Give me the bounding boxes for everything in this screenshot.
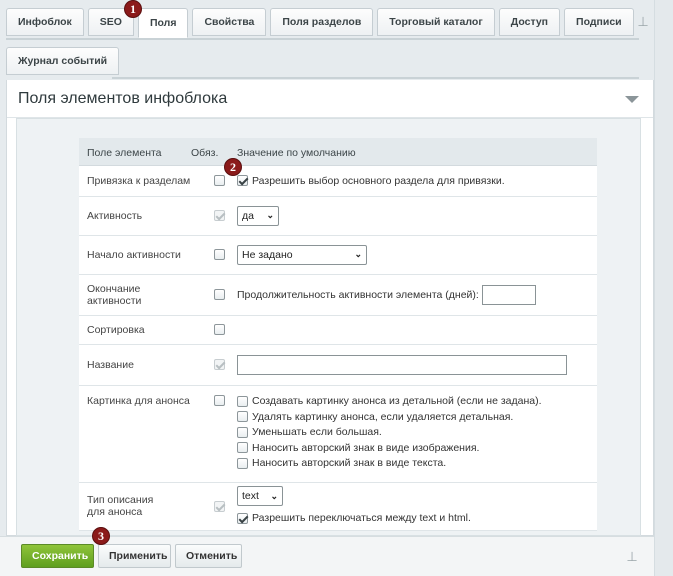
active-select[interactable]: да ⌄ [237, 205, 279, 226]
step-marker-3: 3 [92, 527, 110, 545]
option-checkbox[interactable] [237, 442, 248, 454]
pin-icon[interactable]: ⊥ [636, 14, 650, 30]
header-default: Значение по умолчанию [237, 138, 597, 166]
table-row: Сортировка [79, 315, 597, 345]
apply-button[interactable]: Применить [98, 544, 171, 568]
field-label: Активность [79, 196, 191, 236]
header-field: Поле элемента [79, 138, 191, 166]
save-button[interactable]: Сохранить [21, 544, 94, 568]
allow-switch-checkbox[interactable] [237, 512, 248, 524]
option-row: Наносить авторский знак в виде текста. [237, 456, 597, 472]
table-row: Активность да ⌄ [79, 196, 597, 236]
duration-label: Продолжительность активности элемента (д… [237, 288, 479, 301]
duration-input[interactable] [481, 284, 536, 305]
option-label: Уменьшать если большая. [252, 426, 382, 439]
scrollbar-area [654, 0, 673, 576]
required-checkbox[interactable] [214, 324, 225, 336]
tab-trade-catalog[interactable]: Торговый каталог [377, 8, 495, 36]
required-checkbox [214, 500, 225, 512]
tab-properties[interactable]: Свойства [192, 8, 267, 36]
chevron-down-icon: ⌄ [270, 490, 278, 501]
field-label: Окончание активности [79, 274, 191, 316]
fields-table: Поле элемента Обяз. Значение по умолчани… [79, 138, 597, 531]
option-label: Наносить авторский знак в виде изображен… [252, 441, 480, 454]
table-row: Начало активности Не задано ⌄ [79, 235, 597, 275]
name-default-input[interactable] [237, 354, 567, 375]
field-label: Сортировка [79, 315, 191, 345]
option-label: Удалять картинку анонса, если удаляется … [252, 410, 514, 423]
table-row: Тип описания для анонса text ⌄ Разрешить… [79, 482, 597, 531]
cancel-button[interactable]: Отменить [175, 544, 242, 568]
required-checkbox [214, 359, 225, 371]
tab-section-fields[interactable]: Поля разделов [270, 8, 374, 36]
fields-panel: Поля элементов инфоблока Поле элемента О… [6, 80, 654, 536]
option-row: Разрешить выбор основного раздела для пр… [237, 173, 597, 189]
chevron-down-icon: ⌄ [266, 210, 274, 220]
chevron-down-icon: ⌄ [354, 249, 362, 259]
option-label: Наносить авторский знак в виде текста. [252, 457, 447, 470]
main-section-checkbox[interactable] [237, 175, 248, 186]
required-checkbox[interactable] [214, 289, 225, 301]
tabs-underline-2 [112, 77, 639, 79]
field-label: Название [79, 344, 191, 386]
tab-fields[interactable]: Поля [137, 8, 189, 38]
option-row: Уменьшать если большая. [237, 425, 597, 441]
table-row: Окончание активности Продолжительность а… [79, 274, 597, 316]
tabs-row-2: Журнал событий [6, 47, 123, 77]
option-row: Наносить авторский знак в виде изображен… [237, 440, 597, 456]
field-label: Картинка для анонса [79, 385, 191, 483]
required-checkbox [214, 210, 225, 222]
fields-container: Поле элемента Обяз. Значение по умолчани… [16, 118, 641, 536]
select-value: да [242, 209, 254, 222]
tab-infoblock[interactable]: Инфоблок [6, 8, 84, 36]
tab-captions[interactable]: Подписи [564, 8, 634, 36]
required-checkbox[interactable] [214, 175, 225, 187]
option-label: Разрешить выбор основного раздела для пр… [252, 174, 505, 187]
required-checkbox[interactable] [214, 249, 225, 261]
option-row: Удалять картинку анонса, если удаляется … [237, 409, 597, 425]
required-checkbox[interactable] [214, 395, 225, 407]
option-label: Создавать картинку анонса из детальной (… [252, 395, 542, 408]
table-row: Картинка для анонса Создавать картинку а… [79, 385, 597, 483]
tabs-underline [6, 38, 639, 40]
select-value: Не задано [242, 248, 293, 261]
panel-title: Поля элементов инфоблока [18, 90, 228, 107]
tabs-row-1: Инфоблок SEO Поля Свойства Поля разделов… [6, 8, 638, 38]
option-checkbox[interactable] [237, 457, 248, 469]
option-checkbox[interactable] [237, 395, 248, 407]
field-label: Привязка к разделам [79, 165, 191, 197]
table-row: Название [79, 344, 597, 386]
option-label: Разрешить переключаться между text и htm… [252, 512, 471, 524]
step-marker-1: 1 [124, 0, 142, 18]
text-type-select[interactable]: text ⌄ [237, 486, 283, 507]
step-marker-2: 2 [224, 158, 242, 176]
active-from-select[interactable]: Не задано ⌄ [237, 244, 367, 265]
select-value: text [242, 490, 259, 503]
option-checkbox[interactable] [237, 426, 248, 438]
option-row: Создавать картинку анонса из детальной (… [237, 394, 597, 410]
tab-access[interactable]: Доступ [498, 8, 561, 36]
field-label: Начало активности [79, 235, 191, 275]
pin-icon[interactable]: ⊥ [625, 549, 639, 565]
tab-event-log[interactable]: Журнал событий [6, 47, 120, 75]
triangle-down-icon[interactable] [625, 96, 639, 103]
field-label: Тип описания для анонса [79, 482, 191, 531]
option-row: Разрешить переключаться между text и htm… [237, 510, 597, 526]
option-checkbox[interactable] [237, 411, 248, 423]
table-row: Привязка к разделам Разрешить выбор осно… [79, 165, 597, 197]
